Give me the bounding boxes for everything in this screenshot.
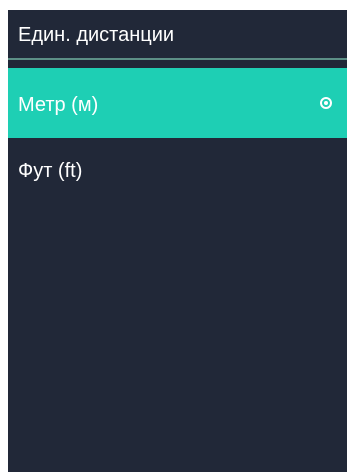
option-meter[interactable]: Метр (м) [8,68,347,138]
distance-unit-screen: Един. дистанции Метр (м) Фут (ft) [8,10,347,472]
header-divider [8,58,347,60]
screen-title: Един. дистанции [18,24,175,46]
option-meter-label: Метр (м) [18,94,99,116]
option-foot-label: Фут (ft) [18,160,83,182]
screen-header: Един. дистанции [8,10,347,58]
option-foot[interactable]: Фут (ft) [8,138,347,208]
radio-selected-icon [320,97,332,109]
